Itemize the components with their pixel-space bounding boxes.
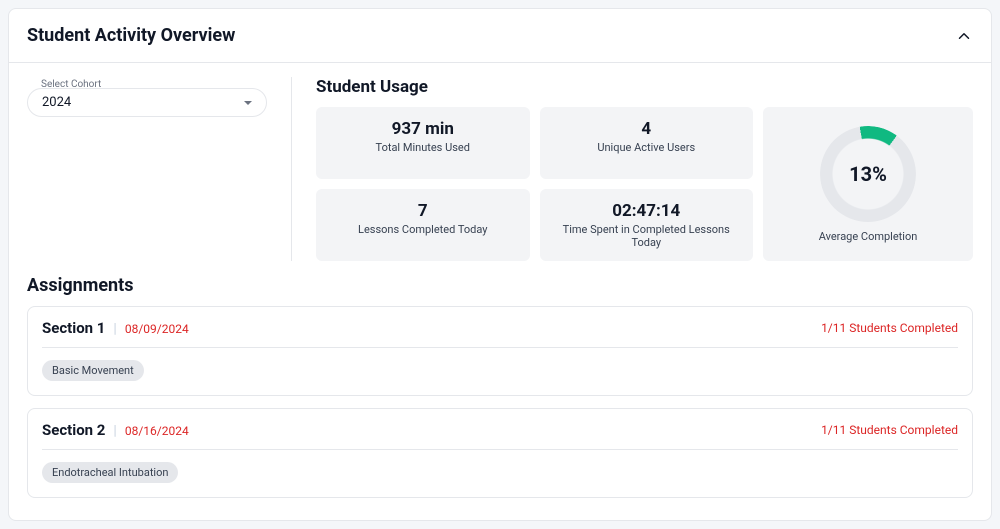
- divider: |: [113, 423, 116, 439]
- assignment-card: Section 2 | 08/16/2024 1/11 Students Com…: [27, 408, 973, 498]
- caret-down-icon: [244, 101, 252, 105]
- overview-top-row: Select Cohort 2024 Student Usage 937 min…: [27, 77, 973, 261]
- assignment-header-left: Section 2 | 08/16/2024: [42, 421, 189, 439]
- section-title: Section 2: [42, 421, 105, 439]
- card-header: Student Activity Overview: [9, 9, 991, 63]
- stat-label: Lessons Completed Today: [324, 223, 522, 236]
- completion-donut: 13%: [820, 126, 916, 222]
- chevron-up-icon[interactable]: [955, 27, 973, 45]
- stat-value: 7: [324, 201, 522, 221]
- assignments-title: Assignments: [27, 275, 973, 296]
- cohort-column: Select Cohort 2024: [27, 77, 292, 261]
- stat-label: Unique Active Users: [548, 141, 746, 154]
- section-status: 1/11 Students Completed: [821, 423, 958, 437]
- assignment-header-left: Section 1 | 08/09/2024: [42, 319, 189, 337]
- cohort-value: 2024: [42, 95, 71, 110]
- completion-percent: 13%: [820, 126, 916, 222]
- stat-lessons-today: 7 Lessons Completed Today: [316, 189, 530, 261]
- section-status: 1/11 Students Completed: [821, 321, 958, 335]
- stat-unique-users: 4 Unique Active Users: [540, 107, 754, 179]
- section-date: 08/09/2024: [125, 322, 189, 336]
- section-date: 08/16/2024: [125, 424, 189, 438]
- assignment-tag[interactable]: Basic Movement: [42, 360, 144, 381]
- card-body: Select Cohort 2024 Student Usage 937 min…: [9, 63, 991, 520]
- stat-total-minutes: 937 min Total Minutes Used: [316, 107, 530, 179]
- stat-value: 4: [548, 119, 746, 139]
- page-title: Student Activity Overview: [27, 25, 235, 46]
- divider: |: [113, 321, 116, 337]
- overview-card: Student Activity Overview Select Cohort …: [8, 8, 992, 521]
- stat-value: 937 min: [324, 119, 522, 139]
- assignment-tag[interactable]: Endotracheal Intubation: [42, 462, 178, 483]
- stat-label: Time Spent in Completed Lessons Today: [548, 223, 746, 249]
- assignment-header: Section 1 | 08/09/2024 1/11 Students Com…: [42, 319, 958, 348]
- usage-grid: 937 min Total Minutes Used 4 Unique Acti…: [316, 107, 973, 261]
- stat-label: Total Minutes Used: [324, 141, 522, 154]
- assignment-card: Section 1 | 08/09/2024 1/11 Students Com…: [27, 306, 973, 396]
- section-title: Section 1: [42, 319, 105, 337]
- stat-time-spent-today: 02:47:14 Time Spent in Completed Lessons…: [540, 189, 754, 261]
- stat-average-completion: 13% Average Completion: [763, 107, 973, 261]
- stat-value: 02:47:14: [548, 201, 746, 221]
- completion-label: Average Completion: [819, 230, 918, 243]
- assignment-header: Section 2 | 08/16/2024 1/11 Students Com…: [42, 421, 958, 450]
- cohort-select[interactable]: 2024: [27, 88, 267, 117]
- usage-column: Student Usage 937 min Total Minutes Used…: [316, 77, 973, 261]
- usage-stats: 937 min Total Minutes Used 4 Unique Acti…: [316, 107, 753, 261]
- usage-title: Student Usage: [316, 77, 973, 97]
